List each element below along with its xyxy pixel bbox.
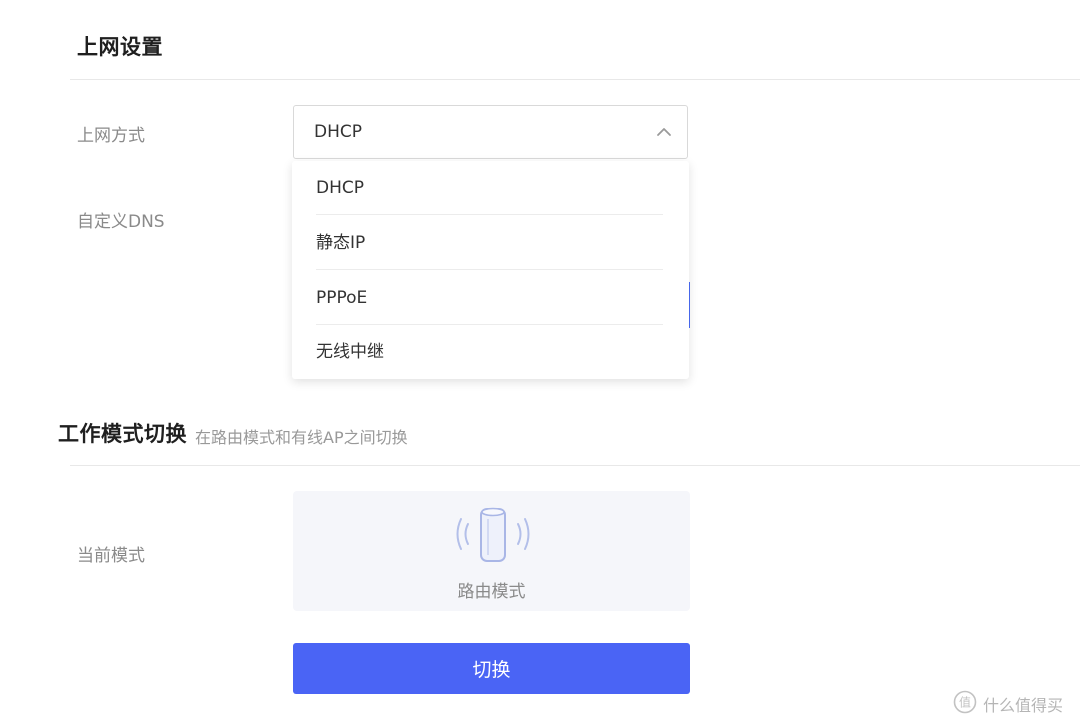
current-mode-value: 路由模式	[457, 582, 526, 602]
connection-type-label: 上网方式	[77, 126, 145, 146]
chevron-up-icon	[657, 128, 671, 136]
connection-type-select[interactable]: DHCP	[293, 105, 688, 159]
internet-settings-divider	[70, 79, 1080, 80]
watermark: 值 什么值得买	[953, 690, 1075, 716]
custom-dns-label: 自定义DNS	[77, 212, 165, 232]
dropdown-option-wireless-repeater[interactable]: 无线中继	[316, 325, 663, 379]
dropdown-option-dhcp[interactable]: DHCP	[316, 161, 663, 215]
watermark-logo-icon: 值	[953, 690, 977, 714]
svg-text:值: 值	[959, 695, 971, 710]
current-mode-label: 当前模式	[77, 546, 145, 566]
dropdown-option-pppoe[interactable]: PPPoE	[316, 271, 663, 325]
switch-mode-button[interactable]: 切换	[293, 643, 690, 694]
watermark-text: 什么值得买	[983, 696, 1064, 715]
router-icon	[456, 507, 530, 562]
work-mode-title: 工作模式切换	[58, 422, 187, 446]
work-mode-divider	[70, 465, 1080, 466]
work-mode-subtitle: 在路由模式和有线AP之间切换	[195, 428, 408, 447]
current-mode-card: 路由模式	[293, 491, 690, 611]
connection-type-dropdown: DHCP 静态IP PPPoE 无线中继	[292, 161, 689, 379]
dropdown-option-static-ip[interactable]: 静态IP	[316, 216, 663, 270]
internet-settings-title: 上网设置	[77, 35, 163, 59]
connection-type-selected-value: DHCP	[314, 122, 362, 142]
